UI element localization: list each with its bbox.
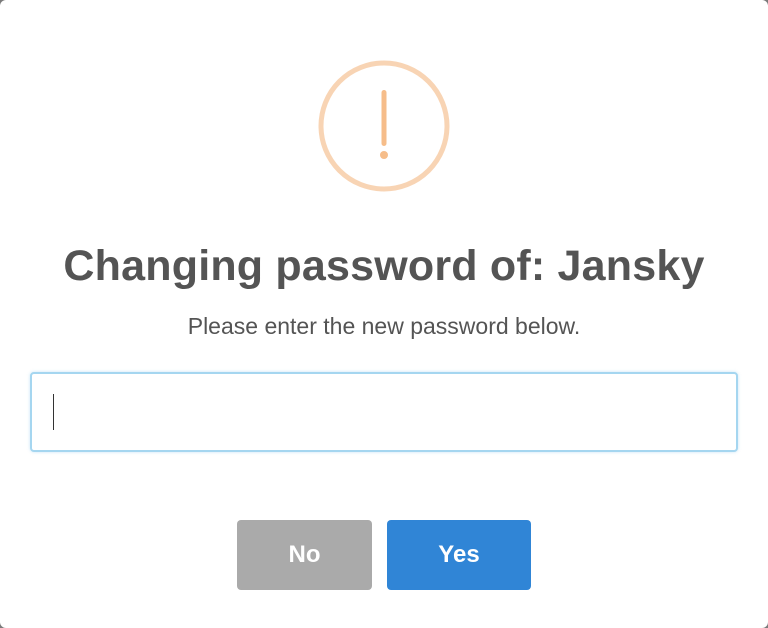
new-password-input[interactable] xyxy=(30,372,738,452)
dialog-message: Please enter the new password below. xyxy=(187,313,581,339)
password-change-dialog: Changing password of: Jansky Please ente… xyxy=(0,0,768,628)
dialog-title: Changing password of: Jansky xyxy=(63,242,705,290)
no-button[interactable]: No xyxy=(237,520,372,590)
yes-button[interactable]: Yes xyxy=(387,520,531,590)
warning-icon xyxy=(318,60,450,192)
text-cursor xyxy=(53,394,54,430)
